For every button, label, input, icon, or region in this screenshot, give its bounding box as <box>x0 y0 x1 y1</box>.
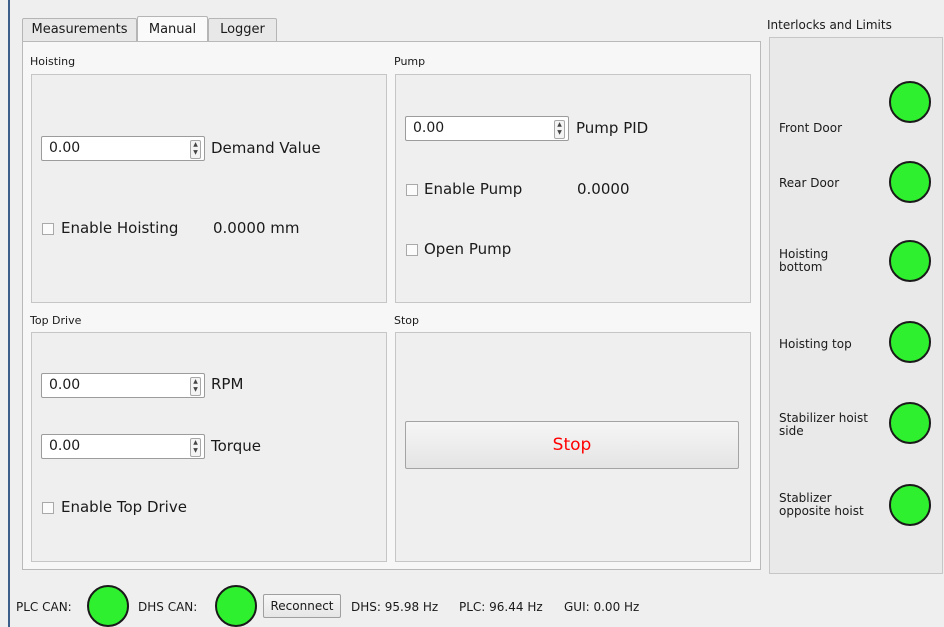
top-drive-group-title: Top Drive <box>30 314 82 327</box>
spin-arrows[interactable]: ▲ ▼ <box>190 438 201 457</box>
enable-pump-label[interactable]: Enable Pump <box>424 180 522 198</box>
interlocks-title: Interlocks and Limits <box>767 18 892 32</box>
front-door-status-led <box>889 81 931 123</box>
tab-manual[interactable]: Manual <box>137 16 208 41</box>
spin-down-icon[interactable]: ▼ <box>191 149 200 157</box>
rear-door-status-led <box>889 161 931 203</box>
enable-pump-checkbox[interactable] <box>406 184 418 196</box>
spin-up-icon[interactable]: ▲ <box>191 378 200 386</box>
enable-top-drive-checkbox[interactable] <box>42 502 54 514</box>
stabilizer-hoist-side-status-led <box>889 402 931 444</box>
interlock-label-stabilizer-opposite-hoist: Stablizer opposite hoist <box>779 491 864 518</box>
enable-hoisting-checkbox[interactable] <box>42 223 54 235</box>
spin-arrows[interactable]: ▲ ▼ <box>190 140 201 159</box>
hoisting-group <box>31 74 387 303</box>
torque-value: 0.00 <box>49 438 81 454</box>
torque-spinbox[interactable]: 0.00 ▲ ▼ <box>41 434 205 459</box>
spin-down-icon[interactable]: ▼ <box>555 129 564 137</box>
open-pump-label[interactable]: Open Pump <box>424 240 511 258</box>
pump-pid-spinbox[interactable]: 0.00 ▲ ▼ <box>405 116 569 141</box>
rpm-value: 0.00 <box>49 377 81 393</box>
rpm-spinbox[interactable]: 0.00 ▲ ▼ <box>41 373 205 398</box>
torque-label: Torque <box>211 437 261 455</box>
enable-top-drive-label[interactable]: Enable Top Drive <box>61 498 187 516</box>
plc-can-status-led <box>87 585 129 627</box>
spin-arrows[interactable]: ▲ ▼ <box>554 120 565 139</box>
tab-measurements[interactable]: Measurements <box>22 18 137 41</box>
dhs-rate: DHS: 95.98 Hz <box>351 600 439 614</box>
stop-group-title: Stop <box>394 314 420 327</box>
interlock-label-hoisting-bottom: Hoisting bottom <box>779 247 829 274</box>
enable-hoisting-label[interactable]: Enable Hoisting <box>61 219 178 237</box>
interlock-label-rear-door: Rear Door <box>779 176 840 190</box>
pump-pid-value: 0.00 <box>413 120 445 136</box>
spin-down-icon[interactable]: ▼ <box>191 447 200 455</box>
spin-up-icon[interactable]: ▲ <box>191 439 200 447</box>
dhs-can-status-led <box>215 585 257 627</box>
interlock-label-stabilizer-hoist-side: Stabilizer hoist side <box>779 411 868 438</box>
hoisting-bottom-status-led <box>889 240 931 282</box>
open-pump-checkbox[interactable] <box>406 244 418 256</box>
interlock-label-front-door: Front Door <box>779 121 843 135</box>
demand-value-label: Demand Value <box>211 139 321 157</box>
demand-value-spinbox[interactable]: 0.00 ▲ ▼ <box>41 136 205 161</box>
gui-rate: GUI: 0.00 Hz <box>564 600 640 614</box>
hoisting-group-title: Hoisting <box>30 55 76 68</box>
spin-arrows[interactable]: ▲ ▼ <box>190 377 201 396</box>
interlock-label-hoisting-top: Hoisting top <box>779 337 852 351</box>
reconnect-button[interactable]: Reconnect <box>263 594 341 618</box>
demand-value: 0.00 <box>49 140 81 156</box>
window-left-border <box>8 0 10 627</box>
spin-up-icon[interactable]: ▲ <box>555 121 564 129</box>
tab-logger[interactable]: Logger <box>208 18 277 41</box>
plc-rate: PLC: 96.44 Hz <box>459 600 543 614</box>
plc-can-label: PLC CAN: <box>16 600 72 614</box>
pump-group-title: Pump <box>394 55 426 68</box>
hoisting-top-status-led <box>889 321 931 363</box>
pump-pid-label: Pump PID <box>576 119 649 137</box>
pump-reading-value: 0.0000 <box>577 180 630 198</box>
stabilizer-opposite-hoist-status-led <box>889 484 931 526</box>
spin-down-icon[interactable]: ▼ <box>191 386 200 394</box>
dhs-can-label: DHS CAN: <box>138 600 198 614</box>
rpm-label: RPM <box>211 375 244 393</box>
spin-up-icon[interactable]: ▲ <box>191 141 200 149</box>
hoisting-position-value: 0.0000 mm <box>213 219 300 237</box>
stop-button[interactable]: Stop <box>405 421 739 469</box>
